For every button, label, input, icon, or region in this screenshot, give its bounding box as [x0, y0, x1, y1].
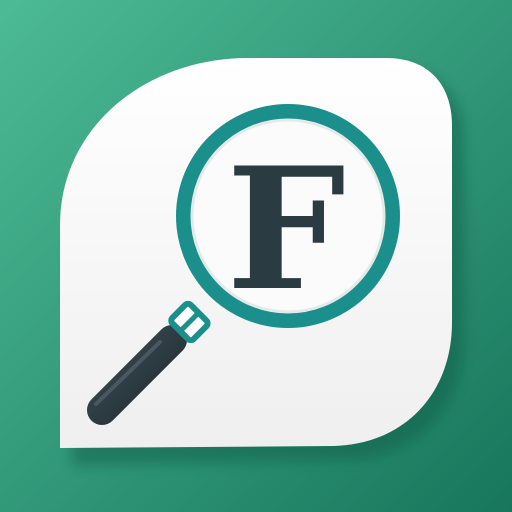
app-icon: F — [0, 0, 512, 512]
app-icon-artwork: F — [0, 0, 512, 512]
monogram-letter: F — [226, 130, 345, 328]
